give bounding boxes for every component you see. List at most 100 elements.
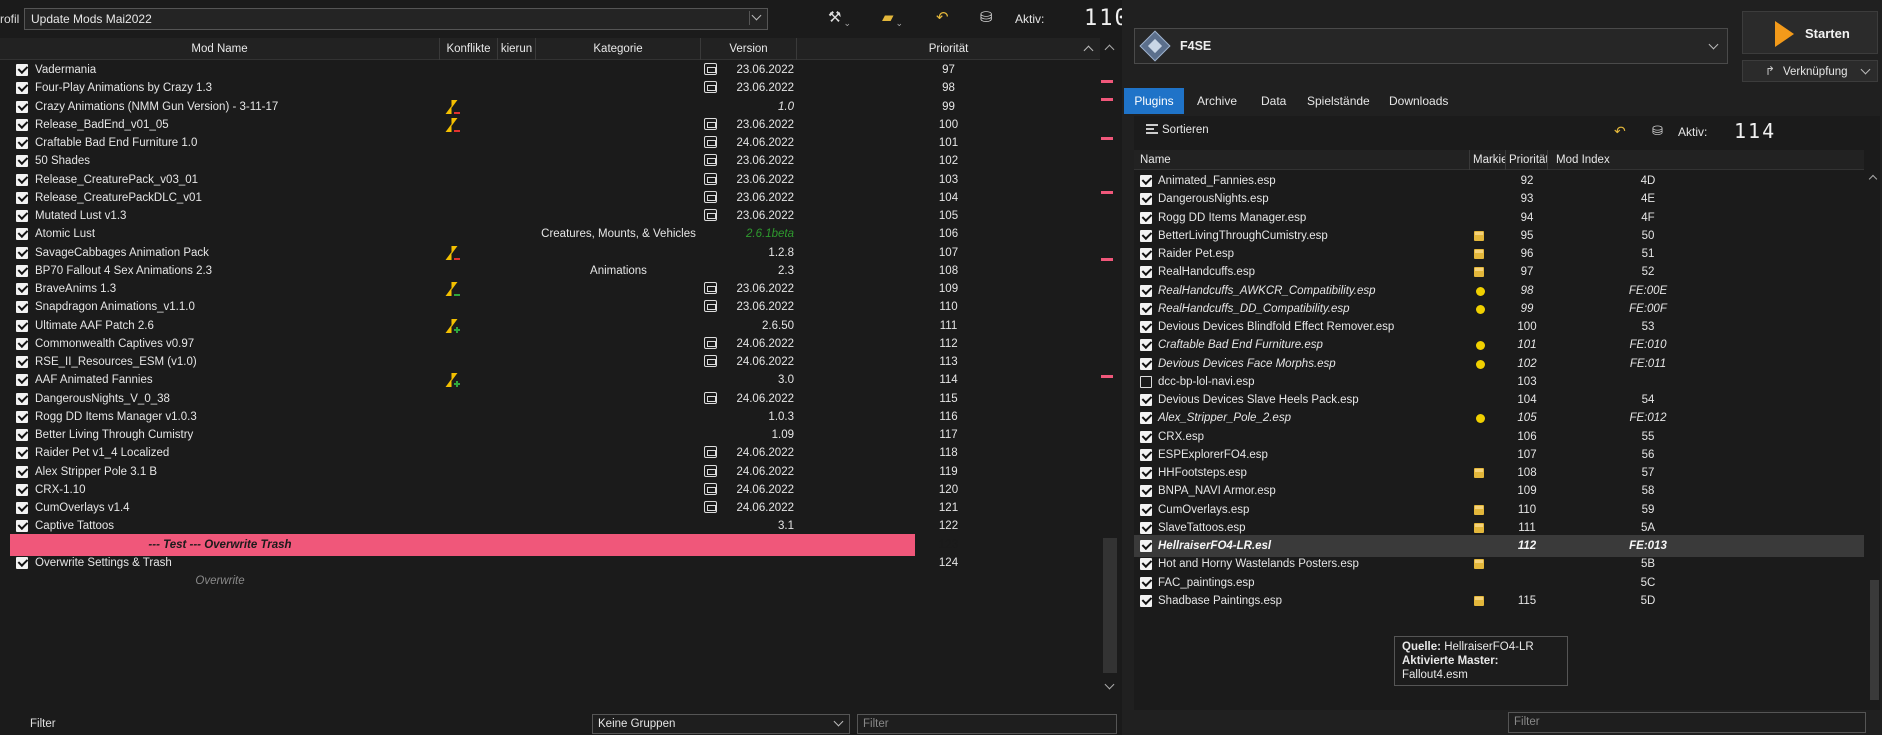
archive-cube-icon: [1474, 468, 1484, 478]
header-plugin-name[interactable]: Name: [1134, 150, 1470, 170]
mod-checkbox[interactable]: [16, 465, 28, 478]
plugin-checkbox[interactable]: [1140, 594, 1152, 607]
mod-checkbox[interactable]: [16, 301, 28, 314]
group-value: Keine Gruppen: [598, 718, 676, 730]
plugin-checkbox[interactable]: [1140, 248, 1152, 260]
backup-icon[interactable]: ⛁: [1652, 123, 1663, 139]
plugin-checkbox[interactable]: [1140, 521, 1152, 534]
header-category[interactable]: Kategorie: [536, 38, 701, 60]
header-markers[interactable]: kierun: [498, 38, 536, 60]
plugin-checkbox[interactable]: [1140, 448, 1152, 461]
plugin-checkbox[interactable]: [1140, 394, 1152, 406]
mod-checkbox[interactable]: [16, 118, 28, 131]
plugin-checkbox[interactable]: [1140, 339, 1152, 352]
tab-archive[interactable]: Archive: [1186, 88, 1248, 114]
shortcut-button[interactable]: ↱ Verknüpfung: [1742, 60, 1878, 82]
plugin-checkbox[interactable]: [1140, 576, 1152, 589]
shortcut-label: Verknüpfung: [1783, 66, 1848, 78]
scroll-thumb[interactable]: [1870, 580, 1879, 700]
mod-checkbox[interactable]: [16, 410, 28, 423]
mod-checkbox[interactable]: [16, 356, 28, 368]
plugin-checkbox[interactable]: [1140, 412, 1152, 425]
folder-icon[interactable]: ▰ ⌄: [882, 8, 903, 30]
undo-icon[interactable]: ↶: [1614, 123, 1626, 140]
plugin-checkbox[interactable]: [1140, 175, 1152, 187]
mod-list-pane: rofil Update Mods Mai2022 ⚒ ⌄ ▰ ⌄ ↶ ⛁ Akti…: [0, 0, 1128, 735]
executable-dropdown[interactable]: F4SE: [1134, 28, 1728, 64]
mod-checkbox[interactable]: [16, 64, 28, 76]
plugin-checkbox[interactable]: [1140, 357, 1152, 370]
profile-label: rofil: [0, 12, 20, 26]
header-mod-index[interactable]: Mod Index: [1548, 150, 1864, 170]
mod-checkbox[interactable]: [16, 228, 28, 241]
profile-dropdown[interactable]: Update Mods Mai2022: [24, 8, 768, 30]
plugin-checkbox[interactable]: [1140, 284, 1152, 297]
mod-checkbox[interactable]: [16, 100, 28, 113]
plugin-filter-input[interactable]: Filter: [1508, 712, 1866, 733]
mod-checkbox[interactable]: [16, 191, 28, 204]
mod-checkbox[interactable]: [16, 173, 28, 186]
mod-checkbox[interactable]: [16, 429, 28, 441]
tools-icon[interactable]: ⚒ ⌄: [828, 8, 851, 30]
mod-filter-input[interactable]: Filter: [857, 714, 1117, 734]
scroll-up-icon[interactable]: [1104, 44, 1115, 55]
mod-checkbox[interactable]: [16, 264, 28, 277]
header-conflicts[interactable]: Konflikte: [440, 38, 498, 60]
mod-checkbox[interactable]: [16, 246, 28, 259]
mod-checkbox[interactable]: [16, 556, 28, 569]
group-dropdown[interactable]: Keine Gruppen: [592, 714, 850, 734]
header-priority[interactable]: Priorität: [797, 38, 1100, 60]
plugin-checkbox[interactable]: [1140, 430, 1152, 443]
header-mod-name[interactable]: Mod Name: [0, 38, 440, 60]
plugin-pane: F4SE Starten ↱ Verknüpfung Plugins Archi…: [1122, 0, 1882, 735]
plugin-checkbox[interactable]: [1140, 229, 1152, 242]
mod-checkbox[interactable]: [16, 502, 28, 514]
plugin-list-scrollbar[interactable]: [1868, 172, 1880, 710]
plugin-checkbox[interactable]: [1140, 558, 1152, 571]
plugin-checkbox[interactable]: [1140, 467, 1152, 479]
plugin-checkbox[interactable]: [1140, 266, 1152, 279]
plugin-checkbox[interactable]: [1140, 503, 1152, 516]
mod-checkbox[interactable]: [16, 483, 28, 496]
play-icon: [1775, 21, 1794, 47]
plugin-checkbox[interactable]: [1140, 211, 1152, 224]
header-version[interactable]: Version: [701, 38, 797, 60]
sort-button[interactable]: Sortieren: [1146, 124, 1209, 136]
plugin-active-count: 114: [1734, 119, 1777, 143]
mod-checkbox[interactable]: [16, 283, 28, 295]
mod-checkbox[interactable]: [16, 520, 28, 533]
executable-name: F4SE: [1180, 39, 1212, 53]
header-plugin-markers[interactable]: Markie: [1470, 150, 1506, 170]
overwrite-row[interactable]: Overwrite: [0, 570, 1100, 592]
backup-icon[interactable]: ⛁: [980, 8, 993, 30]
plugin-row[interactable]: Shadbase Paintings.esp 115 5D: [1134, 590, 1864, 612]
mod-checkbox[interactable]: [16, 155, 28, 168]
plugin-checkbox[interactable]: [1140, 321, 1152, 333]
mod-checkbox[interactable]: [16, 392, 28, 405]
mod-checkbox[interactable]: [16, 82, 28, 95]
tab-data[interactable]: Data: [1250, 88, 1297, 114]
mod-checkbox[interactable]: [16, 210, 28, 222]
tab-saves[interactable]: Spielstände: [1296, 88, 1381, 114]
mod-checkbox[interactable]: [16, 137, 28, 149]
scroll-down-icon[interactable]: [1104, 679, 1115, 690]
plugin-checkbox[interactable]: [1140, 302, 1152, 315]
start-label: Starten: [1805, 26, 1850, 41]
header-plugin-priority[interactable]: Priorität: [1506, 150, 1548, 170]
scroll-up-icon[interactable]: [1868, 174, 1878, 184]
mod-checkbox[interactable]: [16, 337, 28, 350]
tab-downloads[interactable]: Downloads: [1378, 88, 1459, 114]
undo-icon[interactable]: ↶: [936, 8, 949, 30]
plugin-checkbox[interactable]: [1140, 485, 1152, 498]
plugin-checkbox[interactable]: [1140, 375, 1152, 388]
plugin-checkbox[interactable]: [1140, 193, 1152, 206]
mod-checkbox[interactable]: [16, 447, 28, 460]
mod-checkbox[interactable]: [16, 319, 28, 332]
plugin-checkbox[interactable]: [1140, 540, 1152, 552]
start-button[interactable]: Starten: [1742, 11, 1878, 54]
filter-label[interactable]: Filter: [30, 718, 56, 730]
mod-checkbox[interactable]: [16, 374, 28, 387]
scroll-thumb[interactable]: [1103, 538, 1117, 673]
archive-cube-icon: [1474, 504, 1484, 515]
tab-plugins[interactable]: Plugins: [1124, 88, 1184, 114]
